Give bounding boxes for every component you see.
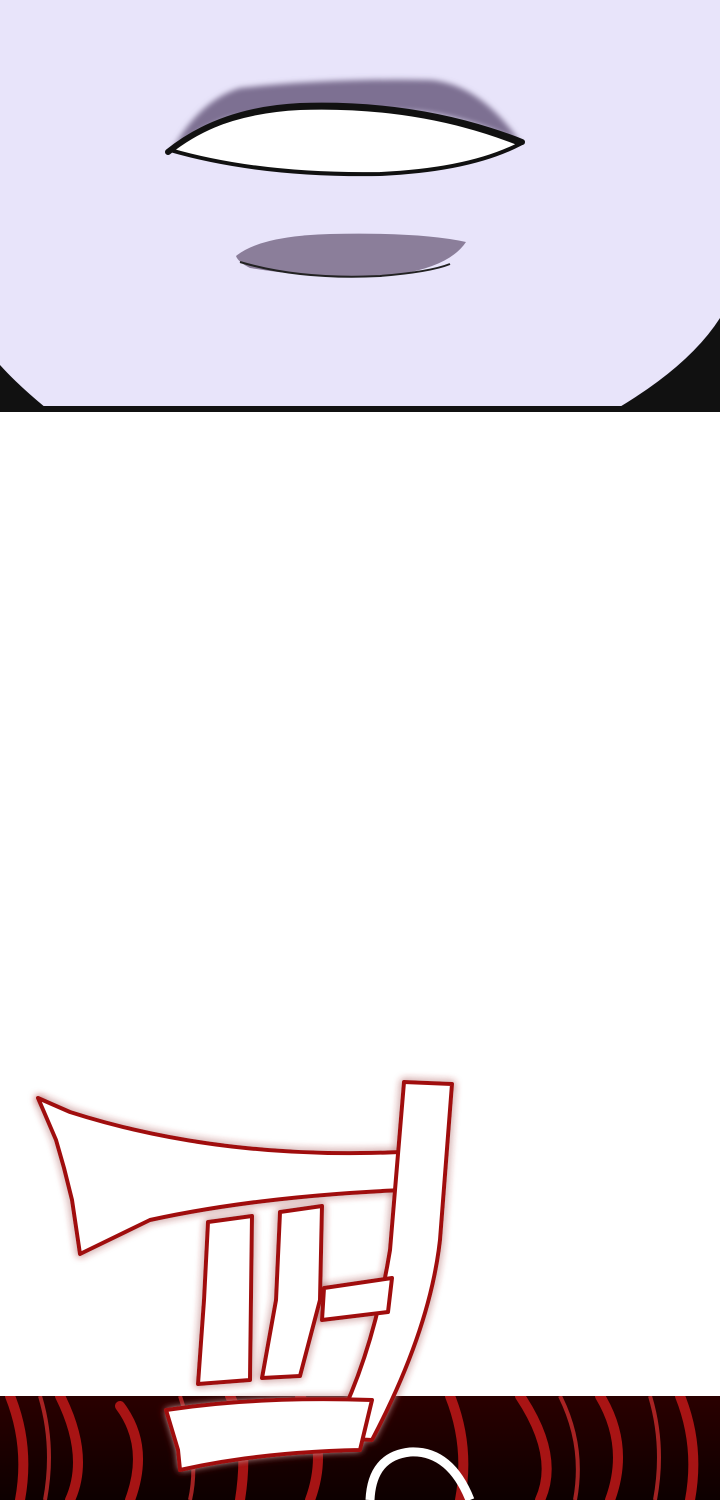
red-burst-panel	[0, 1396, 720, 1500]
face-closeup-panel	[0, 0, 720, 412]
blank-gutter-panel	[0, 412, 720, 1396]
red-burst-illustration	[0, 1396, 720, 1500]
face-illustration	[0, 0, 720, 412]
face-skin	[0, 0, 720, 408]
